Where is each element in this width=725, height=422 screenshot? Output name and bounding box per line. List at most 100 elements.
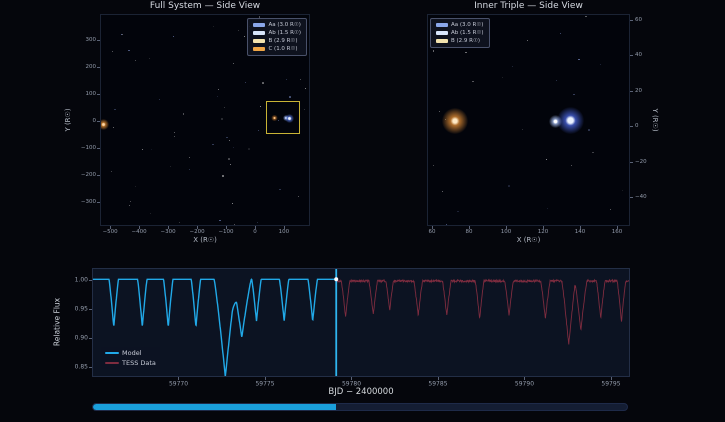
- tick-mark: [611, 377, 612, 380]
- background-star: [233, 63, 234, 64]
- tick-mark: [178, 377, 179, 380]
- tick-label: 1.00: [75, 277, 88, 284]
- tick-label: 59795: [601, 381, 620, 388]
- background-star: [433, 165, 434, 166]
- tick-mark: [617, 226, 618, 229]
- tick-mark: [97, 40, 100, 41]
- background-star: [233, 147, 234, 148]
- background-star: [286, 79, 287, 80]
- background-star: [508, 185, 510, 187]
- tick-mark: [630, 91, 633, 92]
- legend-swatch: [253, 23, 265, 28]
- background-star: [189, 169, 190, 170]
- background-star: [446, 224, 447, 225]
- tick-label: −200: [81, 172, 96, 178]
- background-star: [222, 175, 223, 176]
- tick-label: 100: [279, 229, 290, 235]
- tick-label: 0.90: [75, 335, 88, 342]
- legend-label: Model: [122, 349, 142, 357]
- flux-curves: [93, 269, 630, 377]
- background-star: [226, 137, 227, 138]
- background-star: [578, 59, 579, 60]
- legend-label: Ab (1.5 R☉): [268, 30, 301, 36]
- background-star: [560, 33, 561, 34]
- tick-label: −300: [161, 229, 176, 235]
- background-star: [571, 165, 572, 166]
- tick-mark: [630, 162, 633, 163]
- legend-swatch: [253, 47, 265, 52]
- background-star: [219, 220, 220, 221]
- background-star: [121, 34, 122, 35]
- current-flux-marker: [334, 277, 338, 281]
- background-star: [122, 34, 123, 35]
- tick-label: 0: [93, 118, 97, 124]
- background-star: [439, 111, 440, 112]
- legend-item: C (1.0 R☉): [253, 46, 301, 52]
- background-star: [305, 88, 306, 89]
- background-star: [245, 82, 246, 83]
- tick-label: −500: [103, 229, 118, 235]
- star-c: [100, 119, 109, 130]
- background-star: [217, 96, 218, 97]
- background-star: [170, 166, 171, 167]
- background-star: [527, 40, 528, 41]
- background-star: [151, 149, 152, 150]
- tick-mark: [168, 226, 169, 229]
- legend-swatch: [436, 31, 448, 36]
- progress-bar[interactable]: [92, 403, 628, 411]
- background-star: [174, 132, 175, 133]
- tick-mark: [265, 377, 266, 380]
- legend-label: Ab (1.5 R☉): [451, 30, 484, 36]
- tick-label: 80: [466, 229, 473, 235]
- tick-mark: [543, 226, 544, 229]
- legend-swatch: [105, 362, 119, 364]
- background-star: [212, 144, 213, 145]
- tick-label: 0: [253, 229, 257, 235]
- legend-label: Aa (3.0 R☉): [268, 22, 300, 28]
- inner-triple-plot: Aa (3.0 R☉)Ab (1.5 R☉)B (2.9 R☉): [427, 14, 630, 226]
- flux-ylabel: Relative Flux: [53, 298, 62, 346]
- tick-mark: [469, 226, 470, 229]
- background-star: [234, 224, 235, 225]
- legend-item: Model: [105, 349, 156, 357]
- background-star: [218, 89, 219, 90]
- tick-mark: [630, 197, 633, 198]
- background-star: [522, 129, 523, 130]
- legend-swatch: [253, 31, 265, 36]
- background-star: [573, 94, 575, 96]
- background-star: [262, 82, 264, 84]
- tick-label: 0.95: [75, 306, 88, 313]
- legend: Aa (3.0 R☉)Ab (1.5 R☉)B (2.9 R☉): [430, 18, 490, 48]
- legend-swatch: [436, 39, 448, 44]
- background-star: [289, 96, 291, 98]
- background-star: [183, 113, 185, 115]
- background-star: [465, 52, 467, 54]
- background-star: [179, 222, 180, 223]
- series-tess-data: [336, 280, 630, 345]
- background-star: [229, 140, 230, 141]
- background-star: [257, 222, 258, 223]
- flux-xlabel: BJD − 2400000: [92, 387, 630, 397]
- background-star: [129, 205, 130, 206]
- legend-item: B (2.9 R☉): [253, 38, 301, 44]
- tick-mark: [97, 148, 100, 149]
- tick-label: −100: [81, 145, 96, 151]
- background-star: [174, 136, 175, 137]
- background-star: [189, 157, 190, 158]
- full-system-plot: Aa (3.0 R☉) Ab (1.5 R☉) B (2.9 R☉) C (1.0 R…: [100, 14, 310, 226]
- tick-label: 300: [86, 37, 97, 43]
- legend-item: B (2.9 R☉): [436, 38, 484, 44]
- tick-label: 59775: [255, 381, 274, 388]
- background-star: [502, 77, 503, 78]
- background-star: [224, 107, 225, 108]
- inner-triple-ylabel: Y (R☉): [651, 108, 659, 131]
- tick-mark: [110, 226, 111, 229]
- full-system-title: Full System — Side View: [100, 1, 310, 11]
- background-star: [232, 203, 233, 204]
- background-star: [433, 50, 435, 52]
- tick-label: 100: [501, 229, 512, 235]
- tick-mark: [89, 367, 92, 368]
- tick-label: 100: [86, 91, 97, 97]
- legend-item: TESS Data: [105, 359, 156, 367]
- background-star: [300, 79, 301, 80]
